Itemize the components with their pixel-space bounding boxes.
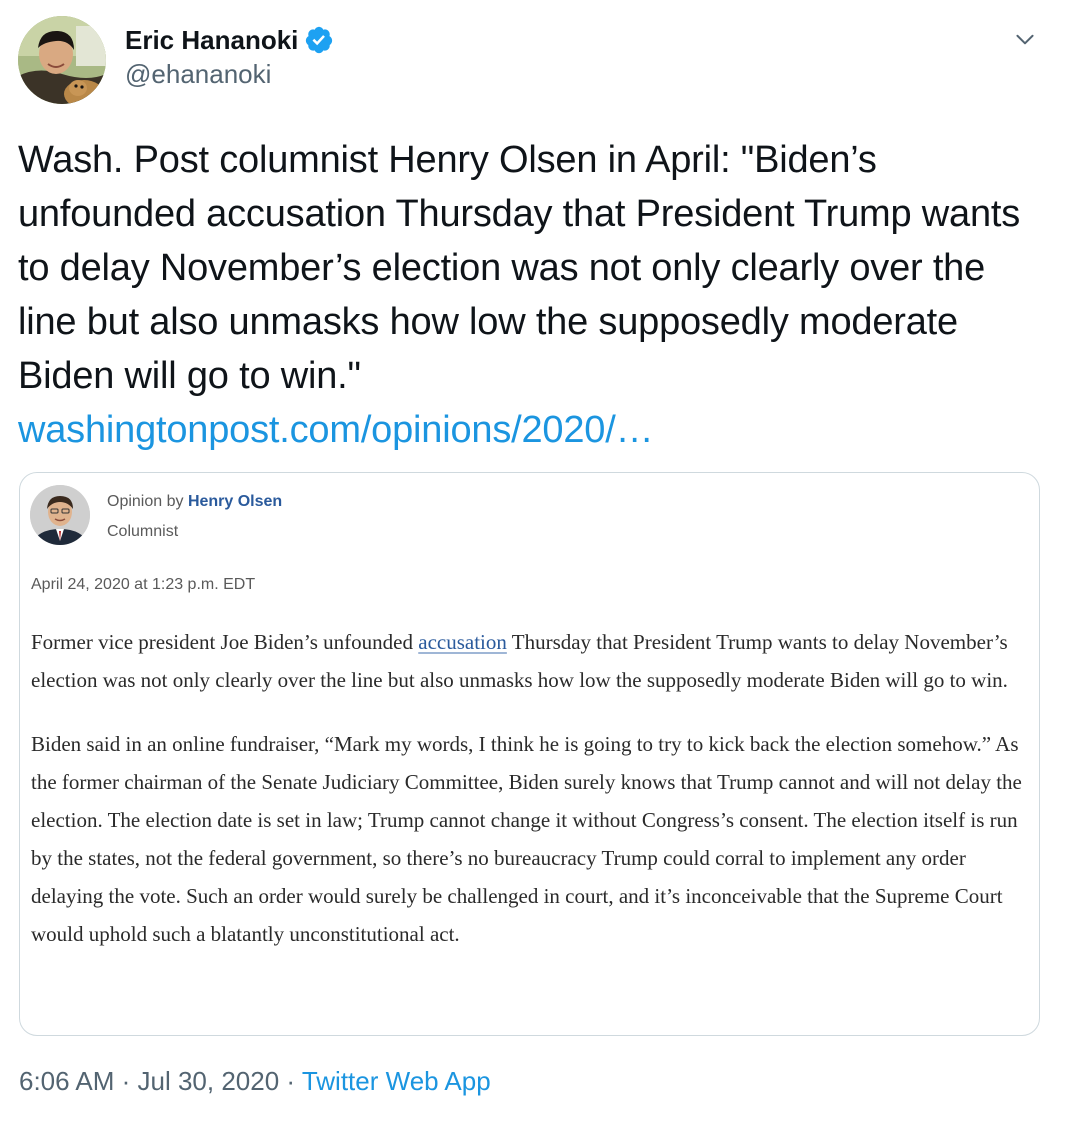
article-paragraph: Biden said in an online fundraiser, “Mar… [31, 732, 1022, 946]
article-paragraph: Former vice president Joe Biden’s unfoun… [31, 623, 1031, 699]
avatar-photo [18, 16, 106, 104]
author-name-link[interactable]: Henry Olsen [188, 493, 282, 510]
opinion-byline: Opinion by Henry Olsen [107, 493, 282, 511]
tweet-text: Wash. Post columnist Henry Olsen in Apri… [18, 133, 1028, 457]
separator: · [114, 1066, 138, 1096]
article-date: April 24, 2020 at 1:23 p.m. EDT [31, 576, 256, 593]
article-card[interactable]: Opinion by Henry Olsen Columnist April 2… [19, 472, 1040, 1036]
tweet: Eric Hananoki @ehananoki Wash. Post colu… [0, 0, 1066, 1124]
tweet-header: Eric Hananoki @ehananoki [18, 16, 1048, 106]
author-photo [30, 485, 90, 545]
paragraph-text: Former vice president Joe Biden’s unfoun… [31, 630, 419, 654]
user-avatar[interactable] [18, 16, 106, 104]
user-handle[interactable]: @ehananoki [125, 58, 334, 90]
tweet-time[interactable]: 6:06 AM [19, 1066, 114, 1096]
tweet-footer: 6:06 AM · Jul 30, 2020 · Twitter Web App [19, 1066, 491, 1097]
article-body: Former vice president Joe Biden’s unfoun… [31, 623, 1031, 979]
verified-badge-icon [304, 25, 334, 55]
tweet-source[interactable]: Twitter Web App [302, 1066, 491, 1096]
name-row: Eric Hananoki [125, 24, 334, 56]
tweet-link[interactable]: washingtonpost.com/opinions/2020/… [18, 403, 1028, 457]
author-role: Columnist [107, 523, 179, 540]
opinion-prefix: Opinion by [107, 493, 188, 510]
user-name-block: Eric Hananoki @ehananoki [125, 24, 334, 90]
chevron-down-icon[interactable] [1012, 26, 1038, 52]
display-name[interactable]: Eric Hananoki [125, 24, 298, 56]
accusation-link[interactable]: accusation [418, 630, 507, 654]
tweet-body: Wash. Post columnist Henry Olsen in Apri… [18, 139, 1021, 397]
tweet-date[interactable]: Jul 30, 2020 [138, 1066, 280, 1096]
separator: · [279, 1066, 302, 1096]
